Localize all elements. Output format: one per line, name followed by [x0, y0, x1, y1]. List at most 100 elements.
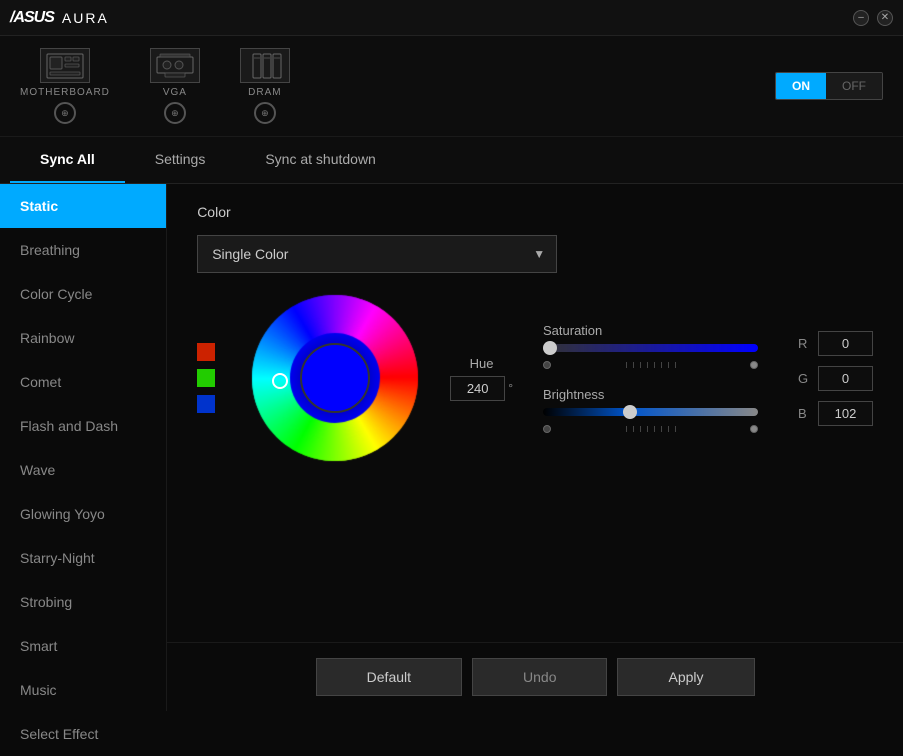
hue-label: Hue — [470, 356, 494, 371]
r-label: R — [798, 336, 810, 351]
app-title: AURA — [62, 10, 109, 26]
tab-sync-all[interactable]: Sync All — [10, 137, 125, 183]
brightness-tick — [633, 426, 634, 432]
color-wheel-container[interactable] — [250, 293, 420, 463]
motherboard-icon-box — [40, 48, 90, 83]
minimize-button[interactable]: – — [853, 10, 869, 26]
color-picker-area: Hue ° Saturation — [197, 293, 873, 463]
rgb-b-row: B — [798, 401, 873, 426]
power-on-button[interactable]: ON — [776, 73, 826, 99]
sidebar-item-select-effect[interactable]: Select Effect — [0, 712, 166, 756]
saturation-tick — [654, 362, 655, 368]
saturation-tick — [675, 362, 676, 368]
color-mode-dropdown-container: Single Color ▼ — [197, 235, 557, 273]
sidebar-item-strobing[interactable]: Strobing — [0, 580, 166, 624]
sidebar-item-starry-night[interactable]: Starry-Night — [0, 536, 166, 580]
saturation-ticks — [543, 361, 758, 369]
vga-badge: ⊕ — [164, 102, 186, 124]
swatch-green[interactable] — [197, 369, 215, 387]
title-bar: /ASUS AURA – ✕ — [0, 0, 903, 36]
saturation-dot-right — [750, 361, 758, 369]
brightness-dot-left — [543, 425, 551, 433]
saturation-label: Saturation — [543, 323, 758, 338]
swatch-blue[interactable] — [197, 395, 215, 413]
sidebar-item-breathing[interactable]: Breathing — [0, 228, 166, 272]
default-button[interactable]: Default — [316, 658, 462, 696]
rgb-r-row: R — [798, 331, 873, 356]
saturation-dot-left — [543, 361, 551, 369]
brightness-tick — [654, 426, 655, 432]
apply-button[interactable]: Apply — [617, 658, 754, 696]
dram-icon-box — [240, 48, 290, 83]
brightness-tick — [647, 426, 648, 432]
right-panel: Color Single Color ▼ Hue — [167, 184, 903, 711]
motherboard-badge: ⊕ — [54, 102, 76, 124]
saturation-tick — [668, 362, 669, 368]
brightness-dot-right — [750, 425, 758, 433]
vga-label: VGA — [163, 87, 187, 98]
r-input[interactable] — [818, 331, 873, 356]
sidebar-item-color-cycle[interactable]: Color Cycle — [0, 272, 166, 316]
main-content: Static Breathing Color Cycle Rainbow Com… — [0, 184, 903, 711]
title-controls: – ✕ — [853, 10, 893, 26]
sliders-section: Saturation — [543, 323, 758, 433]
color-label: Color — [197, 204, 873, 220]
brightness-tick — [626, 426, 627, 432]
dropdown-value: Single Color — [212, 246, 288, 262]
close-button[interactable]: ✕ — [877, 10, 893, 26]
brightness-tick — [661, 426, 662, 432]
saturation-tick — [626, 362, 627, 368]
rgb-g-row: G — [798, 366, 873, 391]
undo-button[interactable]: Undo — [472, 658, 607, 696]
brightness-group: Brightness — [543, 387, 758, 433]
sidebar-item-static[interactable]: Static — [0, 184, 166, 228]
color-swatches — [197, 343, 215, 413]
saturation-group: Saturation — [543, 323, 758, 369]
hue-degree-symbol: ° — [508, 381, 513, 395]
brightness-tick — [640, 426, 641, 432]
saturation-tick — [640, 362, 641, 368]
brightness-slider[interactable] — [543, 408, 758, 416]
wheel-center-color — [300, 343, 370, 413]
power-off-button[interactable]: OFF — [826, 73, 882, 99]
brightness-tick — [668, 426, 669, 432]
saturation-tick — [661, 362, 662, 368]
tab-sync-at-shutdown[interactable]: Sync at shutdown — [235, 137, 406, 183]
b-label: B — [798, 406, 810, 421]
device-bar: MOTHERBOARD ⊕ VGA ⊕ — [0, 36, 903, 137]
sidebar-item-glowing-yoyo[interactable]: Glowing Yoyo — [0, 492, 166, 536]
sidebar-item-wave[interactable]: Wave — [0, 448, 166, 492]
saturation-tick — [633, 362, 634, 368]
swatch-red[interactable] — [197, 343, 215, 361]
g-label: G — [798, 371, 810, 386]
color-mode-dropdown[interactable]: Single Color — [197, 235, 557, 273]
brightness-label: Brightness — [543, 387, 758, 402]
hue-input[interactable] — [450, 376, 505, 401]
device-motherboard[interactable]: MOTHERBOARD ⊕ — [20, 48, 110, 124]
dram-label: DRAM — [248, 87, 281, 98]
sidebar: Static Breathing Color Cycle Rainbow Com… — [0, 184, 167, 711]
g-input[interactable] — [818, 366, 873, 391]
sidebar-item-music[interactable]: Music — [0, 668, 166, 712]
dram-badge: ⊕ — [254, 102, 276, 124]
sidebar-item-flash-and-dash[interactable]: Flash and Dash — [0, 404, 166, 448]
sidebar-item-smart[interactable]: Smart — [0, 624, 166, 668]
title-left: /ASUS AURA — [10, 9, 109, 27]
device-dram[interactable]: DRAM ⊕ — [240, 48, 290, 124]
sidebar-item-comet[interactable]: Comet — [0, 360, 166, 404]
rgb-section: R G B — [798, 331, 873, 426]
b-input[interactable] — [818, 401, 873, 426]
asus-logo: /ASUS — [10, 9, 54, 27]
power-toggle: ON OFF — [775, 72, 883, 100]
saturation-slider[interactable] — [543, 344, 758, 352]
sidebar-item-rainbow[interactable]: Rainbow — [0, 316, 166, 360]
brightness-tick — [675, 426, 676, 432]
motherboard-label: MOTHERBOARD — [20, 87, 110, 98]
brightness-ticks — [543, 425, 758, 433]
devices-list: MOTHERBOARD ⊕ VGA ⊕ — [20, 48, 290, 124]
device-vga[interactable]: VGA ⊕ — [150, 48, 200, 124]
vga-icon-box — [150, 48, 200, 83]
tab-settings[interactable]: Settings — [125, 137, 236, 183]
hue-section: Hue ° — [450, 356, 513, 401]
saturation-tick — [647, 362, 648, 368]
